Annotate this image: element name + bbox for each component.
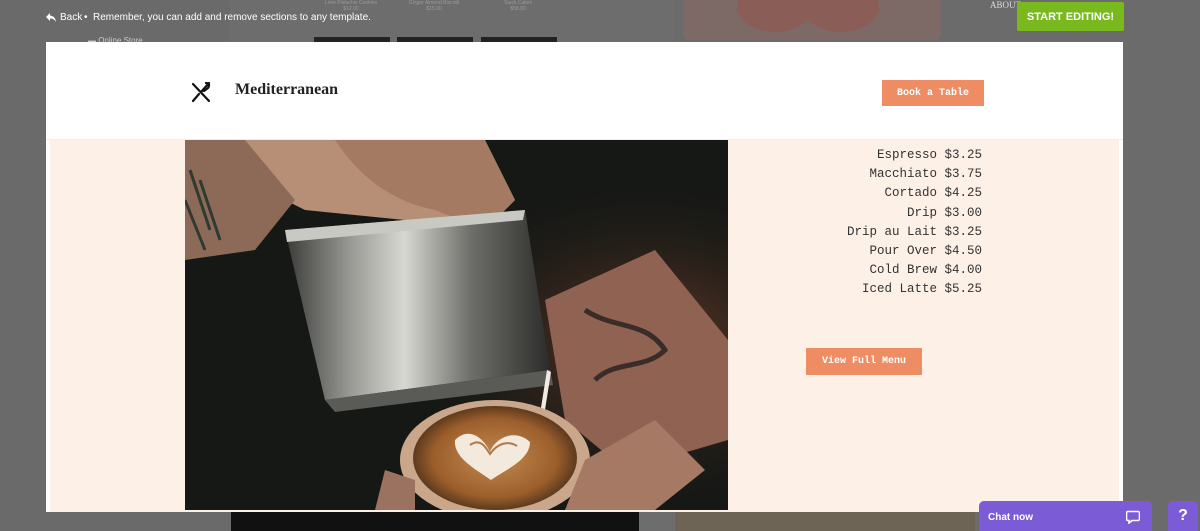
start-editing-button[interactable]: START EDITING! [1017,2,1124,31]
background-dark-block [231,512,639,531]
back-arrow-icon [46,13,56,22]
view-full-menu-button[interactable]: View Full Menu [806,348,922,375]
background-brown-block [675,512,975,531]
template-notice: Remember, you can add and remove section… [93,12,371,23]
book-table-button[interactable]: Book a Table [882,80,984,106]
menu-item: Drip $3.00 [906,205,982,220]
site-header: Mediterranean Book a Table [46,42,1123,140]
background-donut-image [683,0,941,40]
chat-bubble-icon [1126,510,1140,524]
menu-item: Macchiato $3.75 [869,167,982,182]
background-product: Ginger Almond Biscotti $15.00 [408,0,460,12]
menu-item: Drip au Lait $3.25 [846,224,982,239]
latte-art-photo [185,140,728,510]
background-product: Stack Cakes $58.00 [503,0,533,12]
menu-item: Cortado $4.25 [884,186,982,201]
menu-item: Iced Latte $5.25 [861,282,982,297]
template-preview-modal: Mediterranean Book a Table Espresso $3.2… [46,42,1123,512]
menu-item: Espresso $3.25 [876,148,982,162]
back-label: Back [60,12,83,23]
fork-knife-icon [191,81,211,103]
chat-now-widget[interactable]: Chat now [979,501,1152,531]
menu-section: Espresso $3.25 Macchiato $3.75 Cortado $… [50,140,1119,512]
back-link[interactable]: Back [46,12,82,23]
brand-name: Mediterranean [235,81,339,98]
menu-item: Pour Over $4.50 [869,243,982,258]
background-product: Lime Pistachio Cookies $12.00 [325,0,377,12]
help-button[interactable]: ? [1168,501,1198,531]
chat-label: Chat now [988,512,1033,523]
separator-dot: • [84,12,88,23]
menu-item: Cold Brew $4.00 [869,263,982,278]
menu-list: Espresso $3.25 Macchiato $3.75 Cortado $… [750,146,982,300]
